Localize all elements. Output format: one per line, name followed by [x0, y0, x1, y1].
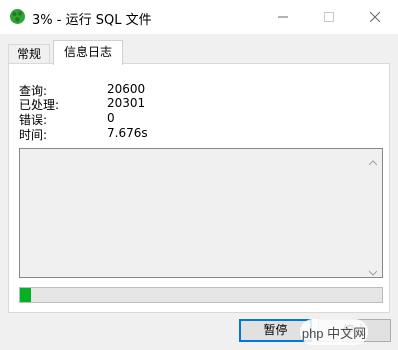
minimize-icon	[278, 12, 288, 22]
run-sql-dialog: 3% - 运行 SQL 文件 常规 信息日志 查询: 20600 已处理: 20…	[0, 0, 398, 350]
pause-button[interactable]: 暂停	[239, 319, 312, 342]
maximize-icon	[324, 12, 334, 22]
time-value: 7.676s	[107, 126, 148, 140]
close-button[interactable]	[352, 0, 398, 34]
title-bar[interactable]: 3% - 运行 SQL 文件	[0, 0, 398, 34]
minimize-button[interactable]	[260, 0, 306, 34]
time-label: 时间:	[19, 128, 48, 142]
stop-button[interactable]: 停止	[318, 319, 391, 342]
window-title: 3% - 运行 SQL 文件	[32, 13, 152, 28]
tab-general[interactable]: 常规	[8, 44, 50, 64]
tab-message-log[interactable]: 信息日志	[53, 40, 123, 65]
scroll-down-icon[interactable]	[368, 265, 378, 276]
close-icon	[370, 12, 380, 22]
log-scrollbar[interactable]	[365, 149, 382, 277]
maximize-button[interactable]	[306, 0, 352, 34]
message-log-panel: 查询: 20600 已处理: 20301 错误: 0 时间: 7.676s	[8, 63, 390, 313]
queries-value: 20600	[107, 82, 146, 96]
processed-value: 20301	[107, 96, 146, 110]
scroll-up-icon[interactable]	[368, 155, 378, 166]
log-output[interactable]	[19, 148, 383, 278]
progress-fill	[20, 288, 31, 302]
errors-value: 0	[107, 111, 115, 125]
progress-bar	[19, 287, 383, 303]
app-icon	[9, 8, 26, 25]
